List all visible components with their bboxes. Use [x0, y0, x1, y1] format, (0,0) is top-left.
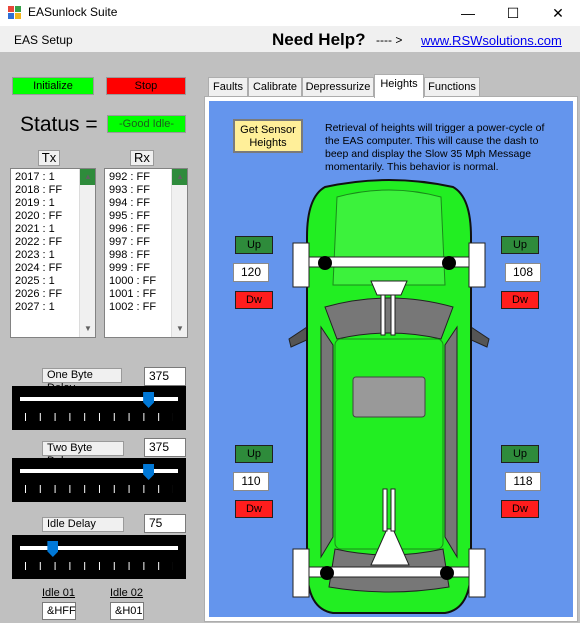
- idle01-label: Idle 01: [42, 587, 76, 599]
- initialize-button[interactable]: Initialize: [12, 77, 94, 95]
- close-button[interactable]: ✕: [538, 0, 578, 26]
- window-title: EASunlock Suite: [28, 5, 118, 19]
- rx-label: Rx: [130, 150, 154, 166]
- app-icon: [8, 6, 21, 19]
- front-left-down-button[interactable]: Dw: [235, 291, 273, 309]
- tx-scrollbar[interactable]: ▲ ▼: [79, 169, 95, 337]
- stop-label: Stop: [134, 80, 158, 92]
- stop-button[interactable]: Stop: [106, 77, 186, 95]
- one-byte-delay-value[interactable]: 375: [144, 367, 186, 386]
- idle-delay-slider[interactable]: [12, 535, 186, 579]
- rear-left-up-button[interactable]: Up: [235, 445, 273, 463]
- tab-faults[interactable]: Faults: [208, 77, 248, 97]
- tab-calibrate[interactable]: Calibrate: [248, 77, 302, 97]
- slider-ticks: [25, 485, 173, 493]
- tab-depressurize[interactable]: Depressurize: [302, 77, 374, 97]
- rx-listbox[interactable]: 992 : FF 993 : FF 994 : FF 995 : FF 996 : FF…: [104, 168, 188, 338]
- idle-delay-value[interactable]: 75: [144, 514, 186, 533]
- close-icon: ✕: [552, 4, 564, 21]
- two-byte-delay-slider[interactable]: [12, 458, 186, 502]
- rear-right-down-button[interactable]: Dw: [501, 500, 539, 518]
- slider-track: [20, 546, 178, 550]
- two-byte-delay-label: Two Byte Delay: [42, 441, 124, 467]
- tx-label: Tx: [38, 150, 60, 166]
- status-value: -Good Idle-: [118, 118, 175, 130]
- scroll-up-icon[interactable]: ▲: [172, 169, 187, 185]
- scroll-down-icon[interactable]: ▼: [80, 321, 95, 337]
- scroll-down-icon[interactable]: ▼: [172, 321, 187, 337]
- slider-ticks: [25, 562, 173, 570]
- maximize-icon: ☐: [506, 4, 520, 21]
- vehicle-top-view: [288, 179, 490, 614]
- minimize-button[interactable]: —: [448, 0, 488, 26]
- slider-thumb[interactable]: [143, 392, 155, 408]
- two-byte-delay-value[interactable]: 375: [144, 438, 186, 457]
- heights-tab-panel: Get Sensor Heights Retrieval of heights …: [204, 96, 578, 622]
- idle01-value[interactable]: &HFF: [42, 602, 76, 620]
- slider-track: [20, 469, 178, 473]
- status-badge: -Good Idle-: [107, 115, 186, 133]
- front-left-up-button[interactable]: Up: [235, 236, 273, 254]
- slider-ticks: [25, 413, 173, 421]
- maximize-button[interactable]: ☐: [493, 0, 533, 26]
- menu-bar: EAS Setup Need Help? ---- > www.RSWsolut…: [0, 26, 580, 52]
- slider-track: [20, 397, 178, 401]
- idle02-value[interactable]: &H01: [110, 602, 144, 620]
- front-left-height-value: 120: [233, 263, 269, 282]
- slider-thumb[interactable]: [143, 464, 155, 480]
- heights-info-text: Retrieval of heights will trigger a powe…: [325, 122, 545, 173]
- minimize-icon: —: [461, 5, 475, 21]
- one-byte-delay-slider[interactable]: [12, 386, 186, 430]
- scroll-up-icon[interactable]: ▲: [80, 169, 95, 185]
- idle-delay-label: Idle Delay: [42, 517, 124, 532]
- rear-left-height-value: 110: [233, 472, 269, 491]
- need-help-label: Need Help?: [272, 30, 366, 49]
- one-byte-delay-label: One Byte Delay: [42, 368, 122, 394]
- get-sensor-heights-button[interactable]: Get Sensor Heights: [233, 119, 303, 153]
- initialize-label: Initialize: [33, 80, 73, 92]
- arrow-text: ---- >: [376, 33, 403, 47]
- front-right-up-button[interactable]: Up: [501, 236, 539, 254]
- rear-left-down-button[interactable]: Dw: [235, 500, 273, 518]
- rx-scrollbar[interactable]: ▲ ▼: [171, 169, 187, 337]
- rear-right-height-value: 118: [505, 472, 541, 491]
- rear-right-up-button[interactable]: Up: [501, 445, 539, 463]
- front-right-down-button[interactable]: Dw: [501, 291, 539, 309]
- heights-panel: Get Sensor Heights Retrieval of heights …: [209, 101, 573, 617]
- title-bar: EASunlock Suite — ☐ ✕: [0, 0, 580, 26]
- slider-thumb[interactable]: [47, 541, 59, 557]
- status-label: Status =: [20, 113, 98, 136]
- tab-functions[interactable]: Functions: [424, 77, 480, 97]
- website-link[interactable]: www.RSWsolutions.com: [421, 33, 562, 48]
- front-right-height-value: 108: [505, 263, 541, 282]
- tab-heights[interactable]: Heights: [374, 74, 424, 98]
- tx-listbox[interactable]: 2017 : 1 2018 : FF 2019 : 1 2020 : FF 2021 :…: [10, 168, 96, 338]
- menu-eas-setup[interactable]: EAS Setup: [14, 33, 73, 47]
- idle02-label: Idle 02: [110, 587, 144, 599]
